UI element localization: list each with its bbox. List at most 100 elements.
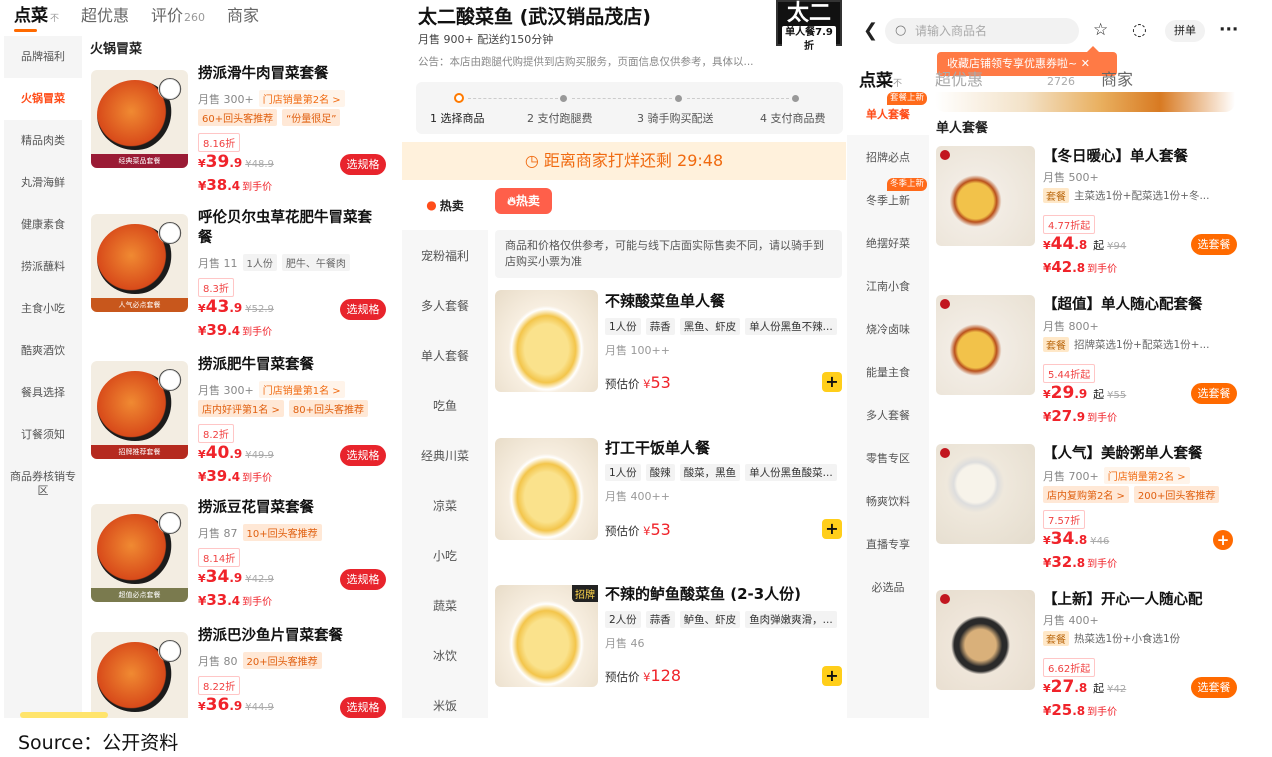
step-label: 1 选择商品 [430,112,485,125]
product-image[interactable] [936,444,1035,544]
sidebar-item[interactable]: 零售专区 [847,436,929,479]
sidebar-item[interactable]: 商品券核销专区 [4,456,82,512]
sidebar-item[interactable]: 直播专享 [847,522,929,565]
sidebar-item[interactable]: 餐具选择 [4,372,82,414]
tab-order[interactable]: 点菜不 [14,1,59,32]
rank-chip[interactable]: 门店销量第1名 > [258,381,345,398]
product-image[interactable] [495,438,598,540]
product-meta: 月售 300+ 门店销量第2名 > [198,90,345,107]
step-dot [792,95,799,102]
add-button[interactable]: + [822,372,842,392]
product-card[interactable]: 超值必点套餐 捞派豆花冒菜套餐 月售 87 10+回头客推荐 8.14折 ¥34.… [88,498,400,638]
product-image[interactable] [936,590,1035,690]
sidebar-item[interactable]: 畅爽饮料 [847,479,929,522]
sidebar-item[interactable]: 多人套餐 [847,393,929,436]
select-spec-button[interactable]: 选规格 [340,445,386,466]
discount-chip: 8.3折 [198,278,234,297]
step-label: 3 骑手购买配送 [637,112,714,125]
product-image[interactable] [936,295,1035,395]
select-set-button[interactable]: 选套餐 [1191,383,1237,404]
sidebar-item[interactable]: 经典川菜 [402,430,488,480]
sidebar-item[interactable]: 蔬菜 [402,580,488,630]
product-image[interactable]: 招牌 [495,585,598,687]
rank-chip[interactable]: 门店销量第2名 > [1103,467,1190,484]
star-icon[interactable]: ☆ [1093,20,1108,40]
sidebar-item[interactable]: 多人套餐 [402,280,488,330]
sidebar-item[interactable]: 丸滑海鲜 [4,162,82,204]
add-button[interactable]: + [822,666,842,686]
sidebar-item[interactable]: 绝摆好菜 [847,221,929,264]
sidebar-item[interactable]: 订餐须知 [4,414,82,456]
sidebar-item-active[interactable]: 单人套餐 套餐上新 [847,92,929,135]
shop-notice[interactable]: 公告：本店由跑腿代购提供到店购买服务，页面信息仅供参考，具体以... [418,54,840,69]
product-name: 呼伦贝尔虫草花肥牛冒菜套餐 [198,210,372,246]
source-caption: Source：公开资料 [18,732,179,754]
tab-merchant[interactable]: 商家 [227,2,259,32]
sidebar-item[interactable]: 宠粉福利 [402,230,488,280]
sidebar-item[interactable]: 捞派蘸料 [4,246,82,288]
tag-chip[interactable]: 店内复购第2名 > [1043,486,1129,503]
step-line [572,98,672,99]
product-sales: 月售 46 [605,637,645,650]
sidebar-item[interactable]: 招牌必点 [847,135,929,178]
group-order-button[interactable]: 拼单 [1165,20,1205,42]
section-title: 火锅冒菜 [90,42,143,57]
sidebar-item[interactable]: 品牌福利 [4,36,82,78]
sidebar-item[interactable]: 单人套餐 [402,330,488,380]
product-name: 【人气】美龄粥单人套餐 [1043,446,1203,462]
sidebar-item[interactable]: 烧冷卤味 [847,307,929,350]
tab-reviews[interactable]: 评价260 [151,2,205,32]
product-card[interactable]: 经典菜品套餐 捞派滑牛肉冒菜套餐 月售 300+ 门店销量第2名 > 60+回头客… [88,64,400,204]
sidebar-item[interactable]: 凉菜 [402,480,488,530]
product-sales: 月售 400+ [1043,614,1099,627]
section-title: 单人套餐 [936,121,989,136]
product-name: 【上新】开心一人随心配 [1043,592,1203,608]
cart-bar-edge [20,712,108,718]
add-button[interactable]: + [1213,530,1233,550]
select-spec-button[interactable]: 选规格 [340,299,386,320]
sidebar-item[interactable]: 必选品 [847,565,929,608]
discount-chip: 8.14折 [198,548,241,567]
select-spec-button[interactable]: 选规格 [340,569,386,590]
more-icon[interactable]: ··· [1219,20,1238,40]
rank-chip[interactable]: 门店销量第2名 > [258,90,345,107]
promo-banner[interactable] [935,92,1235,112]
tag-chip[interactable]: 店内好评第1名 > [198,400,284,417]
tab-deals[interactable]: 超优惠 [81,2,129,32]
sidebar-item[interactable]: 小吃 [402,530,488,580]
product-image[interactable] [495,290,598,392]
product-card[interactable]: 人气必点套餐 呼伦贝尔虫草花肥牛冒菜套餐 月售 11 1人份 肥牛、午餐肉 8.3折… [88,208,400,348]
sidebar-item[interactable]: 精品肉类 [4,120,82,162]
message-icon[interactable]: ◌ [1132,20,1147,40]
search-input[interactable]: ○ 请输入商品名 [885,18,1079,44]
sidebar-item[interactable]: 健康素食 [4,204,82,246]
tab-order[interactable]: 点菜不 [859,66,902,91]
select-set-button[interactable]: 选套餐 [1191,234,1237,255]
product-card[interactable]: 捞派巴沙鱼片冒菜套餐 月售 80 20+回头客推荐 8.22折 ¥36.9 ¥44.… [88,626,400,718]
select-set-button[interactable]: 选套餐 [1191,677,1237,698]
tab-merchant[interactable]: 商家 [1101,66,1133,90]
estimated-price: 预估价 ¥53 [605,520,671,539]
final-price: ¥42.8 到手价 [1043,258,1118,276]
sidebar-item[interactable]: 主食小吃 [4,288,82,330]
sidebar-item[interactable]: 能量主食 [847,350,929,393]
back-icon[interactable]: ❮ [863,20,878,41]
sidebar-item[interactable]: 酷爽酒饮 [4,330,82,372]
discount-row: 8.16折 [198,133,241,152]
product-desc: 套餐 热菜选1份+小食选1份 [1043,631,1241,646]
select-spec-button[interactable]: 选规格 [340,697,386,718]
product-image[interactable] [936,146,1035,246]
tab-reviews[interactable]: 评价2726 [1015,66,1075,90]
sidebar-item[interactable]: 吃鱼 [402,380,488,430]
product-card[interactable]: 招牌推荐套餐 捞派肥牛冒菜套餐 月售 300+ 门店销量第1名 > 店内好评第1名… [88,355,400,495]
select-spec-button[interactable]: 选规格 [340,154,386,175]
sidebar-item[interactable]: 冰饮 [402,630,488,680]
tab-deals[interactable]: 超优惠 [935,66,983,90]
sidebar-item[interactable]: 冬季上新 冬季上新 [847,178,929,221]
sidebar-item[interactable]: 米饭 [402,680,488,718]
sidebar-item[interactable]: 江南小食 [847,264,929,307]
sidebar-item-active[interactable]: 火锅冒菜 [4,78,82,120]
sidebar-item-hot[interactable]: ● 热卖 [402,180,488,230]
add-button[interactable]: + [822,519,842,539]
price: ¥40.9 ¥49.9 [198,443,274,463]
